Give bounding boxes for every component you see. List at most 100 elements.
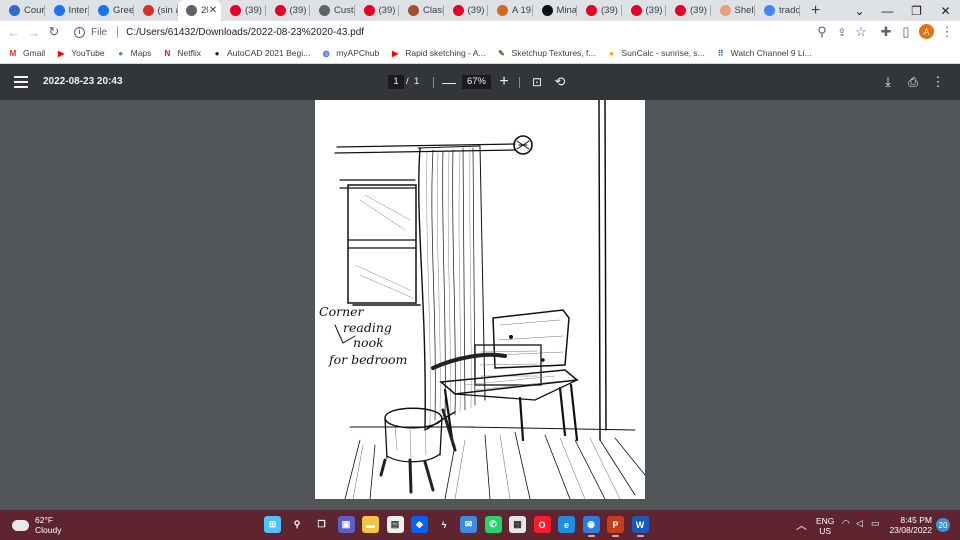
new-tab-button[interactable]: + (804, 0, 828, 21)
task-view-button[interactable]: ❐ (313, 516, 330, 533)
chrome-button[interactable]: ◉ (582, 516, 600, 537)
dropbox-button[interactable]: ◆ (411, 516, 428, 533)
tab[interactable]: Custo (310, 0, 355, 21)
weather-widget[interactable]: 62°F Cloudy (12, 515, 61, 535)
tab-search-icon[interactable]: ⌄ (845, 0, 874, 21)
zoom-out-button[interactable]: — (441, 74, 457, 90)
mail-button[interactable]: ✉ (460, 516, 477, 533)
close-window-button[interactable]: ✕ (931, 0, 960, 21)
download-icon[interactable]: ⤓ (880, 74, 896, 90)
chevron-up-icon[interactable]: ︿ (796, 517, 807, 533)
tab[interactable]: Mina (533, 0, 577, 21)
fit-to-page-icon[interactable]: ⊡ (529, 74, 545, 90)
zoom-level-input[interactable]: 67% (462, 75, 491, 89)
teams-button[interactable]: ▣ (337, 516, 355, 533)
url-text[interactable]: C:/Users/61432/Downloads/2022-08-23%2020… (126, 27, 364, 38)
bookmark-item[interactable]: ⠿ Watch Channel 9 Li... (716, 48, 812, 58)
bookmark-item[interactable]: ▶ YouTube (56, 48, 104, 58)
pdf-menu-icon[interactable] (14, 76, 28, 88)
rotate-icon[interactable]: ⟲ (552, 74, 568, 90)
tab[interactable]: Shelf (711, 0, 755, 21)
pdf-filename: 2022-08-23 20:43 (43, 76, 123, 87)
forward-button[interactable]: → (24, 22, 44, 42)
side-panel-icon[interactable]: ▯ (896, 22, 916, 42)
volume-icon[interactable]: ◁ (856, 518, 863, 529)
close-tab-icon[interactable]: ✕ (208, 5, 218, 16)
profile-avatar[interactable]: A (919, 24, 934, 39)
tab[interactable]: (sin a (134, 0, 179, 21)
archdaily-icon (497, 5, 508, 16)
search-button[interactable]: ⚲ (289, 516, 306, 533)
tab[interactable]: Class (399, 0, 444, 21)
wifi-icon[interactable]: ◠ (842, 518, 850, 529)
tab[interactable]: (39) F (355, 0, 399, 21)
back-button[interactable]: ← (4, 22, 24, 42)
tab-title: (sin a (157, 5, 179, 16)
channel9-icon: ⠿ (717, 48, 724, 58)
bookmark-item[interactable]: ● Maps (116, 48, 152, 58)
tab-title: Custo (334, 5, 355, 16)
notification-badge[interactable]: 20 (936, 518, 950, 532)
powerpoint-button[interactable]: P (607, 516, 624, 537)
system-clock[interactable]: 8:45 PM 23/08/2022 (888, 515, 932, 535)
tab-strip: CourInteraGreen(sin a20✕(39) F(39) FCust… (0, 0, 960, 21)
tab[interactable]: Green (89, 0, 134, 21)
opera-button[interactable]: O (533, 516, 551, 533)
maximize-button[interactable]: ❐ (902, 0, 931, 21)
pdf-more-icon[interactable]: ⋮ (930, 74, 946, 90)
page-number-input[interactable]: 1 (388, 75, 404, 89)
tab[interactable]: (39) F (666, 0, 711, 21)
start-button[interactable]: ⊞ (264, 516, 281, 533)
zoom-search-icon[interactable]: ⚲ (812, 22, 832, 42)
extensions-puzzle-icon[interactable]: ✚ (876, 22, 896, 42)
tab[interactable]: Intera (45, 0, 89, 21)
bookmark-item[interactable]: ● SunCalc - sunrise, s... (606, 48, 705, 58)
bookmark-label: Netflix (177, 48, 202, 58)
site-info-icon[interactable]: i (74, 26, 85, 38)
bookmark-item[interactable]: M Gmail (8, 48, 46, 58)
battery-icon[interactable]: ▭ (871, 518, 880, 529)
bookmark-star-icon[interactable]: ☆ (851, 22, 871, 42)
caption-line-1: Corner (319, 304, 365, 319)
minimize-button[interactable]: — (873, 0, 902, 21)
pdf-viewer[interactable]: Corner reading nook for bedroom (0, 100, 960, 510)
tab[interactable]: Cour (0, 0, 45, 21)
browser-menu-icon[interactable]: ⋮ (937, 22, 957, 42)
tab[interactable]: (39) F (444, 0, 488, 21)
tab[interactable]: (39) F (221, 0, 266, 21)
language-code: ENG (816, 516, 835, 526)
caption-line-2: reading (343, 320, 392, 335)
tab-title: (39) F (690, 5, 711, 16)
pinterest-icon (452, 5, 464, 16)
language-indicator[interactable]: ENG US (816, 516, 834, 536)
tab[interactable]: (39) F (622, 0, 666, 21)
tab-active[interactable]: 20✕ (178, 0, 221, 21)
calculator-button[interactable]: ▦ (509, 516, 526, 533)
bookmark-item[interactable]: ◍ myAPChub (321, 48, 380, 58)
share-icon[interactable]: ⇪ (832, 22, 852, 42)
tab[interactable]: trado (755, 0, 800, 21)
browser-toolbar: ← → ↻ i File C:/Users/61432/Downloads/20… (0, 21, 960, 43)
whatsapp-button[interactable]: ✆ (484, 516, 502, 533)
chrome-round-icon (53, 5, 65, 16)
file-explorer-button[interactable]: ▬ (362, 516, 379, 533)
print-icon[interactable]: ⎙ (905, 74, 921, 90)
notepad-button[interactable]: ▤ (386, 516, 404, 533)
tab[interactable]: (39) F (577, 0, 622, 21)
reload-button[interactable]: ↻ (44, 22, 64, 42)
winamp-button[interactable]: ϟ (436, 516, 453, 533)
bookmark-item[interactable]: ▶ Rapid sketching - A... (390, 48, 485, 58)
bookmark-item[interactable]: ✎ Sketchup Textures, f... (497, 48, 595, 58)
bookmark-label: Maps (130, 48, 152, 58)
ie-icon (9, 5, 20, 16)
bookmark-label: Rapid sketching - A... (405, 48, 486, 58)
address-bar[interactable]: i File C:/Users/61432/Downloads/2022-08-… (66, 23, 874, 41)
tab[interactable]: (39) F (266, 0, 310, 21)
edge-button[interactable]: e (558, 516, 575, 533)
bookmark-item[interactable]: N Netflix (162, 48, 202, 58)
word-button[interactable]: W (631, 516, 649, 537)
zoom-in-button[interactable]: + (496, 73, 512, 90)
bookmark-item[interactable]: ● AutoCAD 2021 Begi... (212, 48, 311, 58)
page-total: 1 (414, 76, 420, 87)
tab[interactable]: A 19 (488, 0, 533, 21)
